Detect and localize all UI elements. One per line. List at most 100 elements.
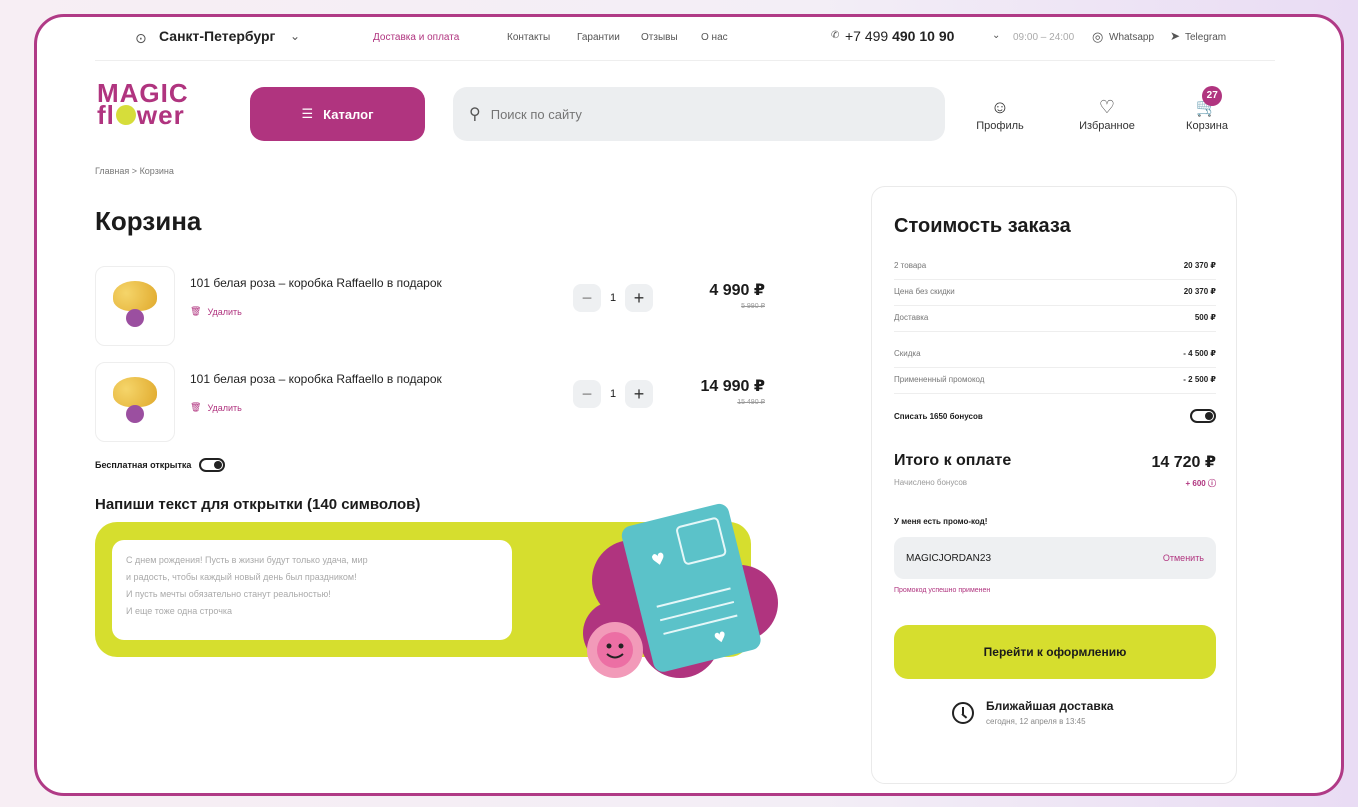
row-label: 2 товара: [894, 261, 927, 270]
chevron-down-icon[interactable]: ⌄: [290, 29, 300, 43]
bonus-option: Списать 1650 бонусов: [894, 409, 1216, 423]
quantity-stepper: − 1 +: [573, 380, 653, 408]
bonus-toggle[interactable]: [1190, 409, 1216, 423]
clock-icon: [952, 701, 974, 724]
promo-code: MAGICJORDAN23: [906, 552, 992, 564]
logo-part-b: wer: [136, 100, 185, 130]
row-value: 20 370 ₽: [1183, 287, 1216, 296]
row-value: - 2 500 ₽: [1183, 375, 1216, 384]
info-icon[interactable]: ⓘ: [1208, 479, 1216, 488]
phone-number[interactable]: +7 499 490 10 90: [845, 28, 954, 44]
phone-prefix: +7 499: [845, 28, 889, 44]
logo-part-a: fl: [97, 100, 115, 130]
product-thumbnail[interactable]: [95, 266, 175, 346]
top-bar: ⊙ Санкт-Петербург ⌄ Доставка и оплата Ко…: [95, 20, 1275, 61]
search-icon: ⚲: [469, 106, 481, 123]
accrued-value: + 600 ⓘ: [1185, 479, 1216, 488]
total-row: Итого к оплате 14 720 ₽: [894, 452, 1216, 471]
whatsapp-link[interactable]: Whatsapp: [1109, 32, 1154, 43]
cart-item: 101 белая роза – коробка Raffaello в под…: [95, 362, 765, 442]
promo-field[interactable]: MAGICJORDAN23 Отменить: [894, 537, 1216, 579]
product-name[interactable]: 101 белая роза – коробка Raffaello в под…: [190, 372, 442, 386]
row-value: 20 370 ₽: [1183, 261, 1216, 270]
cart-icon: 🛒 27: [1196, 86, 1223, 120]
cart-button[interactable]: 🛒 27 Корзина: [1182, 86, 1232, 132]
card-text-line: И еще тоже одна строчка: [126, 606, 233, 616]
telegram-link[interactable]: Telegram: [1185, 32, 1226, 43]
quantity-stepper: − 1 +: [573, 284, 653, 312]
accrued-bonus-row: Начислено бонусов + 600 ⓘ: [894, 478, 1216, 488]
catalog-button[interactable]: ☰ Каталог: [250, 87, 425, 141]
nav-guarantees[interactable]: Гарантии: [577, 32, 620, 43]
summary-row: Доставка 500 ₽: [894, 307, 1216, 332]
delivery-title: Ближайшая доставка: [986, 699, 1114, 713]
breadcrumb-separator: >: [131, 166, 138, 176]
profile-button[interactable]: ☺ Профиль: [975, 94, 1025, 132]
favorites-label: Избранное: [1079, 120, 1135, 132]
row-label: Цена без скидки: [894, 287, 955, 296]
item-price: 14 990 ₽: [700, 378, 765, 395]
cart-item: 101 белая роза – коробка Raffaello в под…: [95, 266, 765, 346]
trash-icon: 🗑: [190, 306, 202, 316]
delivery-time: сегодня, 12 апреля в 13:45: [986, 717, 1086, 726]
catalog-label: Каталог: [323, 106, 374, 122]
cart-count-badge: 27: [1202, 86, 1223, 106]
delete-label: Удалить: [207, 402, 242, 413]
page-title: Корзина: [95, 206, 202, 236]
item-old-price: 5 990 ₽: [741, 303, 765, 310]
promo-has-label[interactable]: У меня есть промо-код!: [894, 517, 987, 526]
cart-label: Корзина: [1186, 120, 1228, 132]
nav-delivery[interactable]: Доставка и оплата: [373, 32, 459, 43]
item-old-price: 15 490 ₽: [737, 399, 765, 406]
item-price: 4 990 ₽: [709, 282, 765, 299]
row-label: Доставка: [894, 313, 929, 322]
breadcrumb: Главная > Корзина: [95, 166, 174, 176]
summary-title: Стоимость заказа: [894, 215, 1071, 237]
free-card-toggle[interactable]: [199, 458, 226, 472]
breadcrumb-home[interactable]: Главная: [95, 166, 129, 176]
phone-chevron-icon[interactable]: ⌄: [992, 30, 1000, 41]
delete-button[interactable]: 🗑 Удалить: [190, 306, 242, 317]
product-name[interactable]: 101 белая роза – коробка Raffaello в под…: [190, 276, 442, 290]
quantity-value: 1: [609, 388, 617, 400]
promo-applied-message: Промокод успешно применен: [894, 587, 991, 594]
phone-icon: ✆: [831, 30, 840, 41]
nav-contacts[interactable]: Контакты: [507, 32, 550, 43]
nav-about[interactable]: О нас: [701, 32, 728, 43]
bonus-label: Списать 1650 бонусов: [894, 412, 983, 421]
decrease-button[interactable]: −: [573, 284, 601, 312]
bouquet-image: [113, 377, 157, 427]
nearest-delivery: Ближайшая доставка сегодня, 12 апреля в …: [952, 699, 1113, 726]
increase-button[interactable]: +: [625, 380, 653, 408]
bouquet-image: [113, 281, 157, 331]
summary-row: Скидка - 4 500 ₽: [894, 343, 1216, 368]
product-thumbnail[interactable]: [95, 362, 175, 442]
decrease-button[interactable]: −: [573, 380, 601, 408]
checkout-button[interactable]: Перейти к оформлению: [894, 625, 1216, 679]
increase-button[interactable]: +: [625, 284, 653, 312]
row-label: Скидка: [894, 349, 921, 358]
telegram-icon: ➤: [1170, 29, 1181, 43]
summary-row: Примененный промокод - 2 500 ₽: [894, 369, 1216, 394]
quantity-value: 1: [609, 292, 617, 304]
whatsapp-icon: ◎: [1092, 29, 1104, 44]
search-input[interactable]: [488, 105, 893, 123]
logo[interactable]: MAGIC fl wer: [97, 80, 189, 130]
location-pin-icon: ⊙: [135, 30, 147, 46]
work-hours: 09:00 – 24:00: [1013, 32, 1075, 43]
city-selector[interactable]: Санкт-Петербург: [159, 28, 275, 44]
row-label: Примененный промокод: [894, 375, 985, 384]
delete-button[interactable]: 🗑 Удалить: [190, 402, 242, 413]
card-text-line: И пусть мечты обязательно станут реально…: [126, 589, 331, 599]
smiley-flower-icon: [587, 622, 643, 678]
free-card-option: Бесплатная открытка: [95, 458, 226, 472]
nav-reviews[interactable]: Отзывы: [641, 32, 678, 43]
card-text-input[interactable]: С днем рождения! Пусть в жизни будут тол…: [112, 540, 512, 640]
promo-cancel-button[interactable]: Отменить: [1163, 553, 1204, 563]
favorites-button[interactable]: ♡ Избранное: [1077, 94, 1137, 132]
phone-main: 490 10 90: [892, 28, 955, 44]
smiley-flower-icon: [115, 105, 136, 125]
trash-icon: 🗑: [190, 402, 202, 412]
accrued-label: Начислено бонусов: [894, 478, 968, 487]
summary-row: 2 товара 20 370 ₽: [894, 255, 1216, 280]
